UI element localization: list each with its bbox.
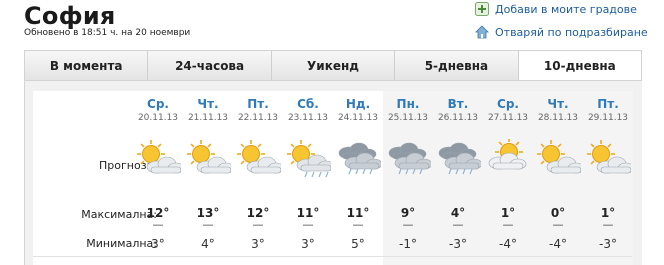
min-temp: 5°	[351, 237, 365, 251]
add-to-my-cities-link[interactable]: Добави в моите градове	[475, 2, 637, 16]
dash-separator: —	[352, 218, 364, 231]
day-date: 26.11.13	[437, 113, 479, 123]
dash-separator: —	[152, 218, 164, 231]
day-date: 24.11.13	[337, 113, 379, 123]
dash-separator: —	[202, 218, 214, 231]
dash-separator: —	[402, 218, 414, 231]
day-name: Чт.	[547, 97, 569, 111]
open-by-default-label: Отваряй по подразбиране	[495, 25, 648, 39]
updated-timestamp: Обновено в 18:51 ч. на 20 ноември	[24, 28, 191, 38]
min-temp: 4°	[201, 237, 215, 251]
day-column: Пт. 29.11.13 1° — -3°	[583, 91, 633, 265]
day-name: Пт.	[247, 97, 269, 111]
day-column: Ср. 27.11.13 1° — -4°	[483, 91, 533, 265]
day-column: Ср. 20.11.13 12° —3°	[133, 91, 183, 265]
city-title: София	[24, 2, 116, 30]
day-column: Вт. 26.11.13 4° — -3°	[433, 91, 483, 265]
cloud-rain-icon	[388, 142, 431, 175]
home-icon	[475, 25, 489, 39]
day-date: 25.11.13	[387, 113, 429, 123]
min-temp: -3°	[599, 237, 617, 251]
day-date: 23.11.13	[287, 113, 329, 123]
open-by-default-link[interactable]: Отваряй по подразбиране	[475, 25, 648, 39]
min-temp: -1°	[399, 237, 417, 251]
min-temp: 3°	[151, 237, 165, 251]
day-column: Пт. 22.11.13 12° —3°	[233, 91, 283, 265]
day-name: Пн.	[396, 97, 420, 111]
day-name: Чт.	[197, 97, 219, 111]
dash-separator: —	[552, 218, 564, 231]
min-temp: 3°	[251, 237, 265, 251]
day-date: 21.11.13	[187, 113, 229, 123]
cloud-rain-icon	[338, 142, 381, 175]
day-date: 29.11.13	[587, 113, 629, 123]
min-temp: -3°	[449, 237, 467, 251]
sun-cloud-icon	[587, 140, 631, 174]
day-date: 22.11.13	[237, 113, 279, 123]
tab-24-hour[interactable]: 24-часова	[148, 51, 272, 80]
min-temp: -4°	[549, 237, 567, 251]
day-name: Пт.	[597, 97, 619, 111]
dash-separator: —	[602, 218, 614, 231]
tab-5-day[interactable]: 5-дневна	[395, 51, 519, 80]
tab-now[interactable]: В момента	[25, 51, 149, 80]
sun-cloud-icon	[137, 140, 181, 174]
day-name: Ср.	[147, 97, 169, 111]
day-column: Чт. 28.11.13 0° — -4°	[533, 91, 583, 265]
add-to-my-cities-label: Добави в моите градове	[495, 2, 637, 16]
tab-10-day[interactable]: 10-дневна	[518, 51, 642, 80]
sun-cloud-rain-icon	[287, 140, 331, 178]
dash-separator: —	[252, 218, 264, 231]
plus-icon	[475, 2, 489, 16]
row-divider	[33, 256, 632, 257]
forecast-tabs: В момента 24-часова Уикенд 5-дневна 10-д…	[24, 50, 642, 81]
forecast-panel: Прогноза: Максимална: Минимална: Ср. 20.1…	[24, 81, 642, 265]
day-column: Нд. 24.11.13 11° —5°	[333, 91, 383, 265]
sun-cloud-icon	[237, 140, 281, 174]
day-name: Вт.	[447, 97, 469, 111]
min-temp: -4°	[499, 237, 517, 251]
min-temp: 3°	[301, 237, 315, 251]
dash-separator: —	[452, 218, 464, 231]
sun-cloud-icon	[537, 140, 581, 174]
day-column: Пн. 25.11.13 9° — -1°	[383, 91, 433, 265]
day-date: 28.11.13	[537, 113, 579, 123]
day-date: 20.11.13	[137, 113, 179, 123]
day-name: Нд.	[345, 97, 371, 111]
sun-cloud-icon	[187, 140, 231, 174]
forecast-table: Прогноза: Максимална: Минимална: Ср. 20.1…	[33, 91, 633, 265]
day-column: Сб. 23.11.13 11° —3°	[283, 91, 333, 265]
day-name: Сб.	[297, 97, 319, 111]
dash-separator: —	[502, 218, 514, 231]
sun-behind-cloud-icon	[488, 139, 527, 170]
day-column: Чт. 21.11.13 13° —4°	[183, 91, 233, 265]
day-name: Ср.	[497, 97, 519, 111]
cloud-rain-icon	[438, 142, 481, 175]
dash-separator: —	[302, 218, 314, 231]
day-date: 27.11.13	[487, 113, 529, 123]
tab-weekend[interactable]: Уикенд	[271, 51, 396, 80]
